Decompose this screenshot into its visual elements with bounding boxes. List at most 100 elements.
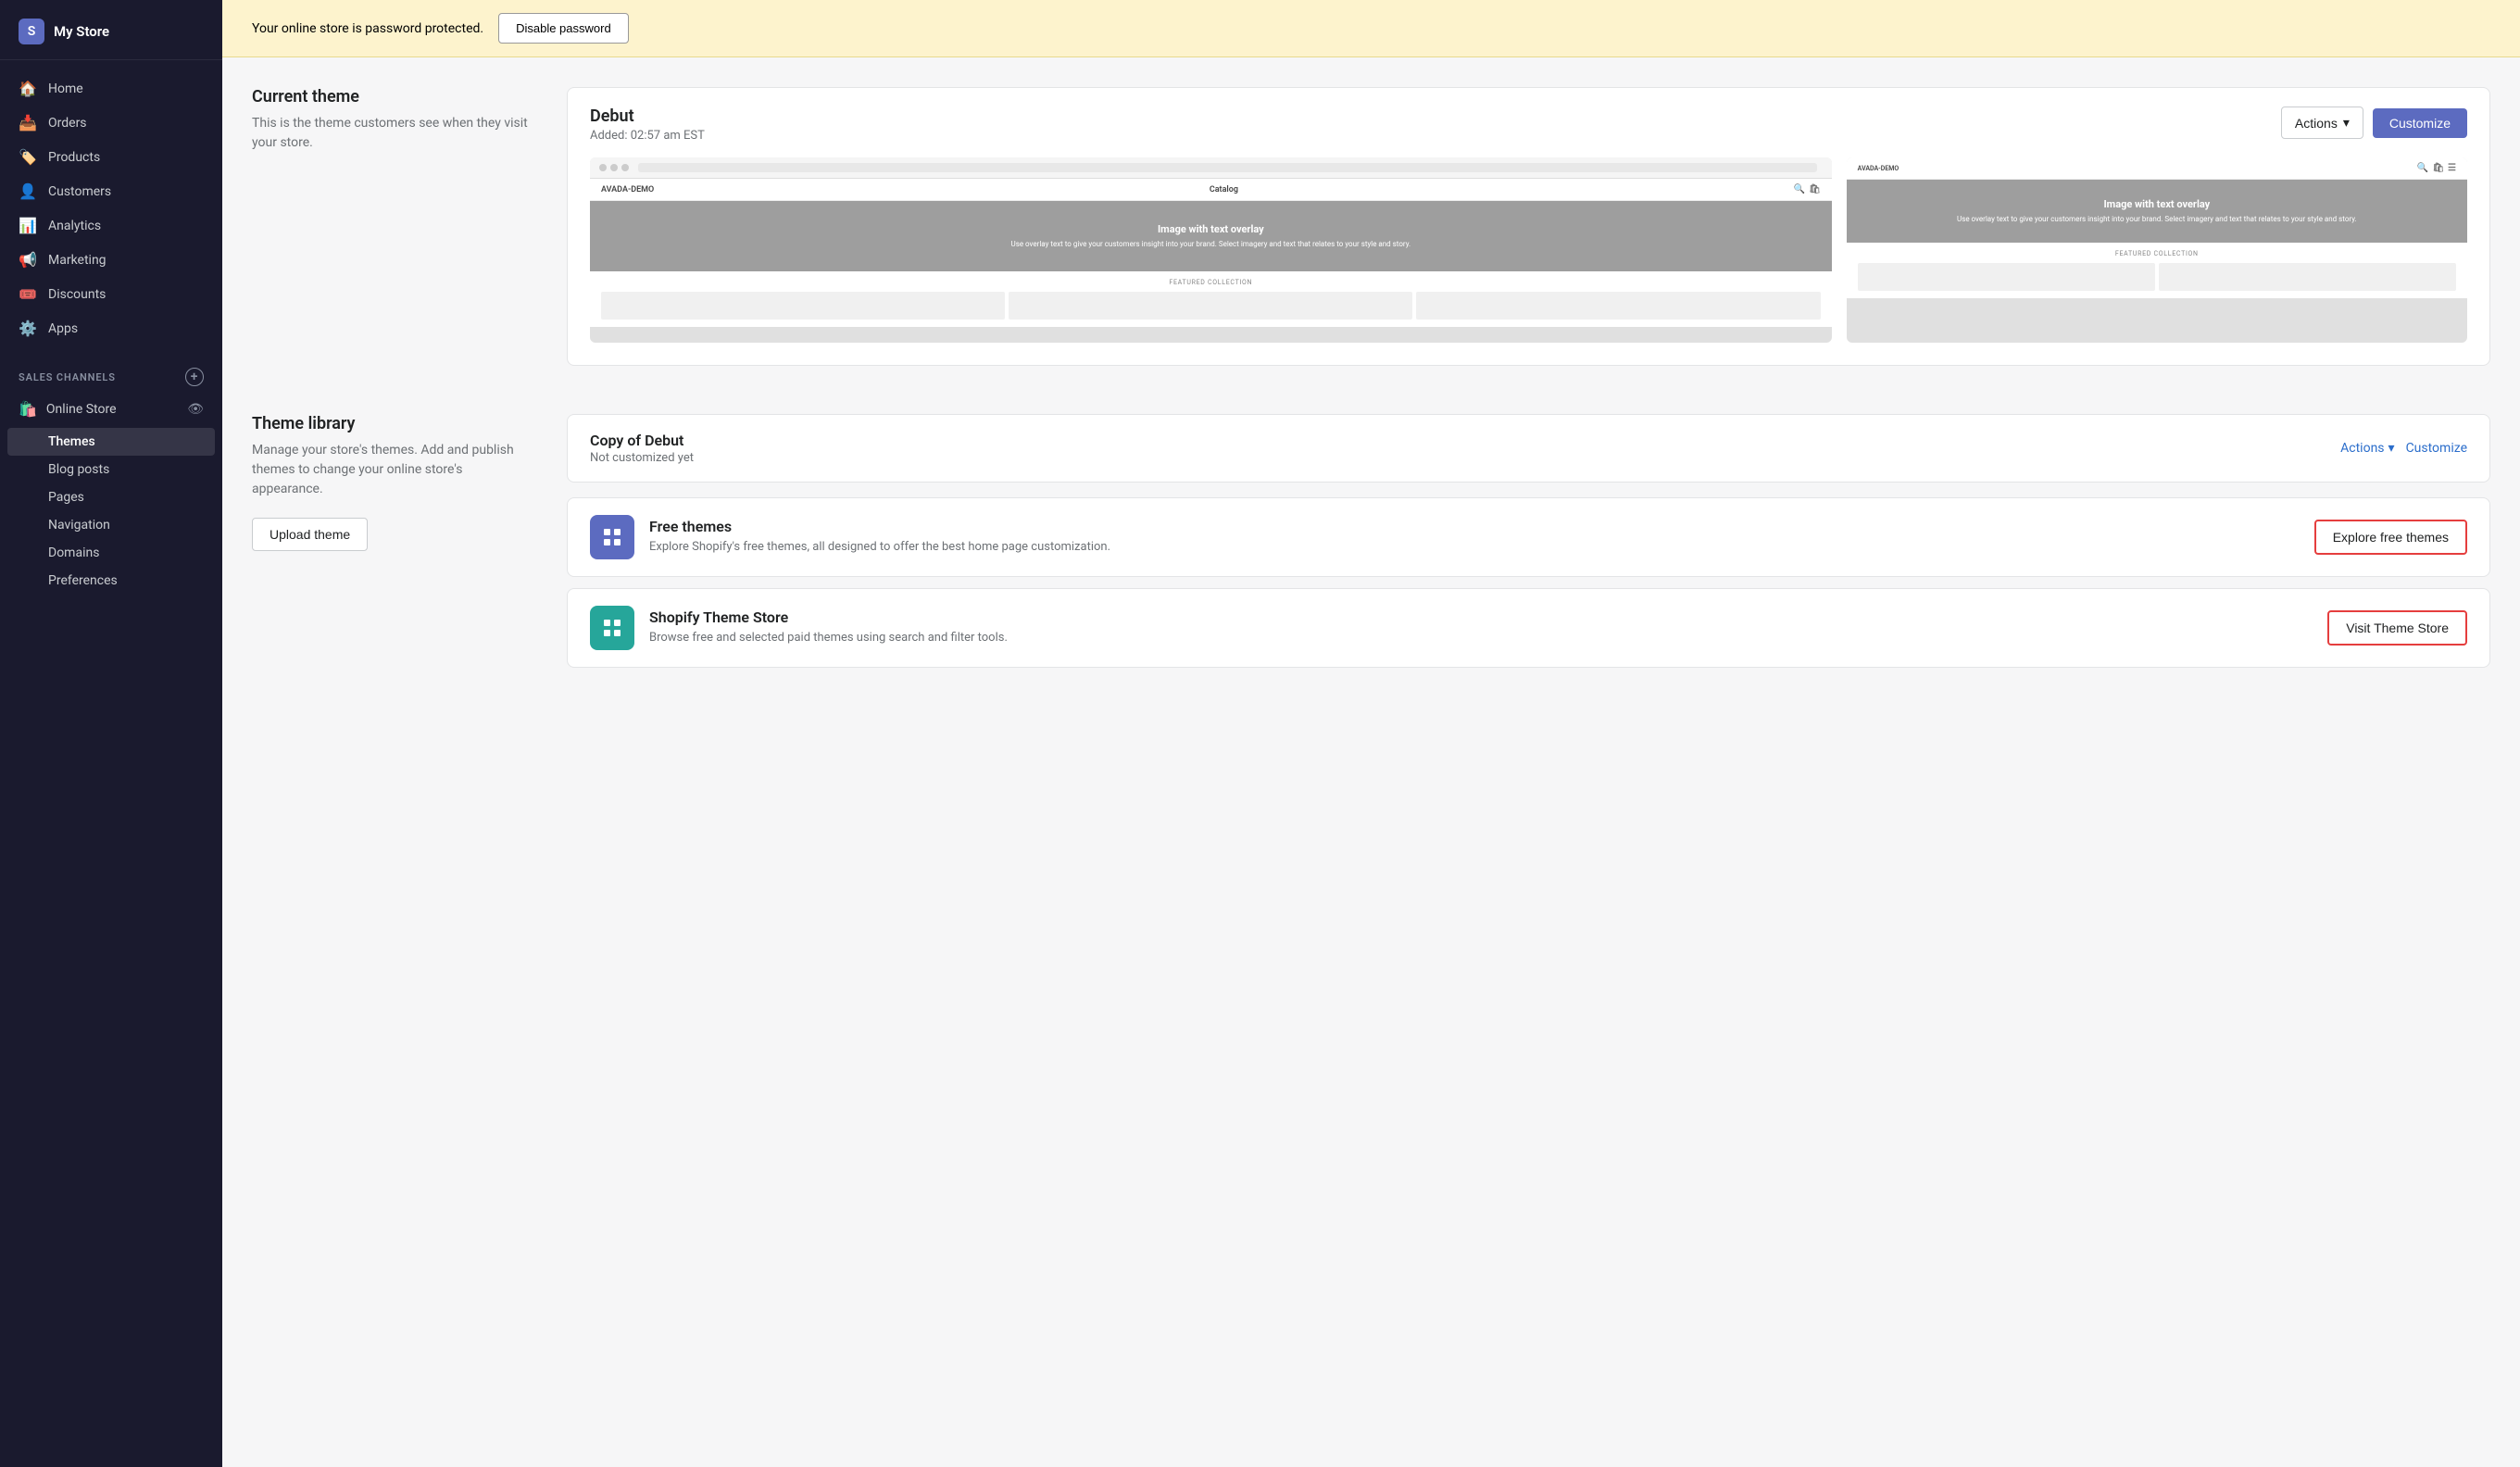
sidebar: S My Store 🏠 Home 📥 Orders 🏷️ Products 👤… — [0, 0, 222, 1467]
shopify-store-title: Shopify Theme Store — [649, 608, 2313, 626]
online-store-label: Online Store — [46, 402, 117, 417]
mobile-menu-icon: ☰ — [2448, 163, 2456, 173]
preview-product-2 — [1009, 292, 1412, 320]
sidebar-item-apps[interactable]: ⚙️ Apps — [0, 311, 222, 345]
sidebar-item-label: Marketing — [48, 253, 107, 268]
warning-text: Your online store is password protected. — [252, 21, 483, 36]
browser-dot-green — [621, 164, 629, 171]
apps-icon: ⚙️ — [19, 320, 37, 337]
theme-preview: AVADA-DEMO Catalog 🔍 🛍 Image with text o… — [568, 157, 2489, 365]
store-logo: S My Store — [0, 0, 222, 60]
sidebar-item-analytics[interactable]: 📊 Analytics — [0, 208, 222, 243]
actions-button[interactable]: Actions ▾ — [2281, 107, 2363, 139]
home-icon: 🏠 — [19, 80, 37, 97]
sidebar-item-marketing[interactable]: 📢 Marketing — [0, 243, 222, 277]
current-theme-card: Debut Added: 02:57 am EST Actions ▾ Cust… — [567, 87, 2490, 366]
chevron-down-icon: ▾ — [2343, 115, 2350, 131]
sidebar-item-label: Orders — [48, 116, 87, 131]
explore-free-themes-button[interactable]: Explore free themes — [2314, 520, 2467, 555]
orders-icon: 📥 — [19, 114, 37, 132]
visit-theme-store-button[interactable]: Visit Theme Store — [2327, 610, 2467, 646]
sidebar-item-preferences[interactable]: Preferences — [0, 567, 222, 595]
sidebar-item-label: Discounts — [48, 287, 106, 302]
current-theme-section: Current theme This is the theme customer… — [222, 57, 2520, 384]
sidebar-item-orders[interactable]: 📥 Orders — [0, 106, 222, 140]
copy-debut-name: Copy of Debut — [590, 432, 694, 449]
sidebar-item-pages[interactable]: Pages — [0, 483, 222, 511]
upload-theme-button[interactable]: Upload theme — [252, 518, 368, 551]
theme-name: Debut — [590, 107, 705, 126]
add-sales-channel-button[interactable]: + — [185, 368, 204, 386]
sidebar-item-domains[interactable]: Domains — [0, 539, 222, 567]
sidebar-item-label: Analytics — [48, 219, 101, 233]
online-store-subnav: Themes Blog posts Pages Navigation Domai… — [0, 426, 222, 596]
logo-icon: S — [19, 19, 44, 44]
current-theme-left: Current theme This is the theme customer… — [252, 87, 567, 384]
eye-icon[interactable]: 👁 — [187, 402, 204, 417]
shopify-store-icon — [590, 606, 634, 650]
theme-added: Added: 02:57 am EST — [590, 129, 705, 143]
preview-product-1 — [601, 292, 1005, 320]
store-icon: 🛍️ — [19, 400, 37, 418]
sidebar-item-online-store[interactable]: 🛍️ Online Store 👁 — [0, 392, 222, 426]
mobile-preview: AVADA-DEMO 🔍 🛍 ☰ Image with text overlay… — [1847, 157, 2467, 343]
theme-card-actions: Actions ▾ Customize — [2281, 107, 2467, 139]
copy-debut-customize-link[interactable]: Customize — [2406, 441, 2467, 456]
preview-site-name: AVADA-DEMO — [601, 185, 654, 194]
current-theme-right: Debut Added: 02:57 am EST Actions ▾ Cust… — [567, 87, 2490, 384]
sidebar-item-themes[interactable]: Themes — [7, 428, 215, 456]
preview-hero-mobile: Image with text overlay Use overlay text… — [1847, 180, 2467, 243]
main-nav: 🏠 Home 📥 Orders 🏷️ Products 👤 Customers … — [0, 60, 222, 357]
desktop-preview: AVADA-DEMO Catalog 🔍 🛍 Image with text o… — [590, 157, 1832, 343]
mobile-bag-icon: 🛍 — [2432, 163, 2444, 173]
preview-hero-desktop: Image with text overlay Use overlay text… — [590, 201, 1832, 271]
sidebar-item-home[interactable]: 🏠 Home — [0, 71, 222, 106]
marketing-icon: 📢 — [19, 251, 37, 269]
sidebar-item-label: Apps — [48, 321, 78, 336]
shopify-store-desc: Browse free and selected paid themes usi… — [649, 630, 2313, 646]
mobile-site-name: AVADA-DEMO — [1858, 165, 1899, 172]
password-warning-bar: Your online store is password protected.… — [222, 0, 2520, 57]
main-content: Your online store is password protected.… — [222, 0, 2520, 1467]
copy-debut-actions-link[interactable]: Actions ▾ — [2340, 441, 2394, 456]
sidebar-item-discounts[interactable]: 🎟️ Discounts — [0, 277, 222, 311]
free-themes-desc: Explore Shopify's free themes, all desig… — [649, 539, 2300, 556]
mobile-search-icon: 🔍 — [2417, 163, 2428, 173]
store-name: My Store — [54, 23, 109, 40]
sidebar-item-label: Home — [48, 82, 83, 96]
browser-url-bar — [638, 163, 1817, 172]
sidebar-item-navigation[interactable]: Navigation — [0, 511, 222, 539]
theme-library-left: Theme library Manage your store's themes… — [252, 414, 567, 679]
customize-button[interactable]: Customize — [2373, 108, 2467, 138]
preview-nav: Catalog — [1210, 185, 1238, 194]
theme-card-header: Debut Added: 02:57 am EST Actions ▾ Cust… — [568, 88, 2489, 157]
customers-icon: 👤 — [19, 182, 37, 200]
sidebar-item-label: Customers — [48, 184, 111, 199]
browser-dot-yellow — [610, 164, 618, 171]
sidebar-item-blog-posts[interactable]: Blog posts — [0, 456, 222, 483]
products-icon: 🏷️ — [19, 148, 37, 166]
shopify-theme-store-card: Shopify Theme Store Browse free and sele… — [567, 588, 2490, 668]
discounts-icon: 🎟️ — [19, 285, 37, 303]
sidebar-item-label: Products — [48, 150, 100, 165]
chevron-down-icon: ▾ — [2388, 441, 2395, 456]
theme-library-desc: Manage your store's themes. Add and publ… — [252, 441, 530, 499]
theme-library-title: Theme library — [252, 414, 530, 433]
analytics-icon: 📊 — [19, 217, 37, 234]
free-themes-icon — [590, 515, 634, 559]
current-theme-title: Current theme — [252, 87, 530, 107]
copy-debut-status: Not customized yet — [590, 451, 694, 465]
bag-icon: 🛍 — [1809, 184, 1821, 194]
free-themes-card: Free themes Explore Shopify's free theme… — [567, 497, 2490, 577]
disable-password-button[interactable]: Disable password — [498, 13, 629, 44]
sidebar-item-products[interactable]: 🏷️ Products — [0, 140, 222, 174]
sales-channels-header: SALES CHANNELS + — [0, 357, 222, 392]
bottom-spacer — [222, 679, 2520, 716]
mobile-preview-product-2 — [2159, 263, 2456, 291]
search-icon: 🔍 — [1794, 184, 1805, 194]
mobile-preview-product-1 — [1858, 263, 2155, 291]
browser-dot-red — [599, 164, 607, 171]
preview-product-3 — [1416, 292, 1820, 320]
sidebar-item-customers[interactable]: 👤 Customers — [0, 174, 222, 208]
copy-debut-card: Copy of Debut Not customized yet Actions… — [567, 414, 2490, 483]
